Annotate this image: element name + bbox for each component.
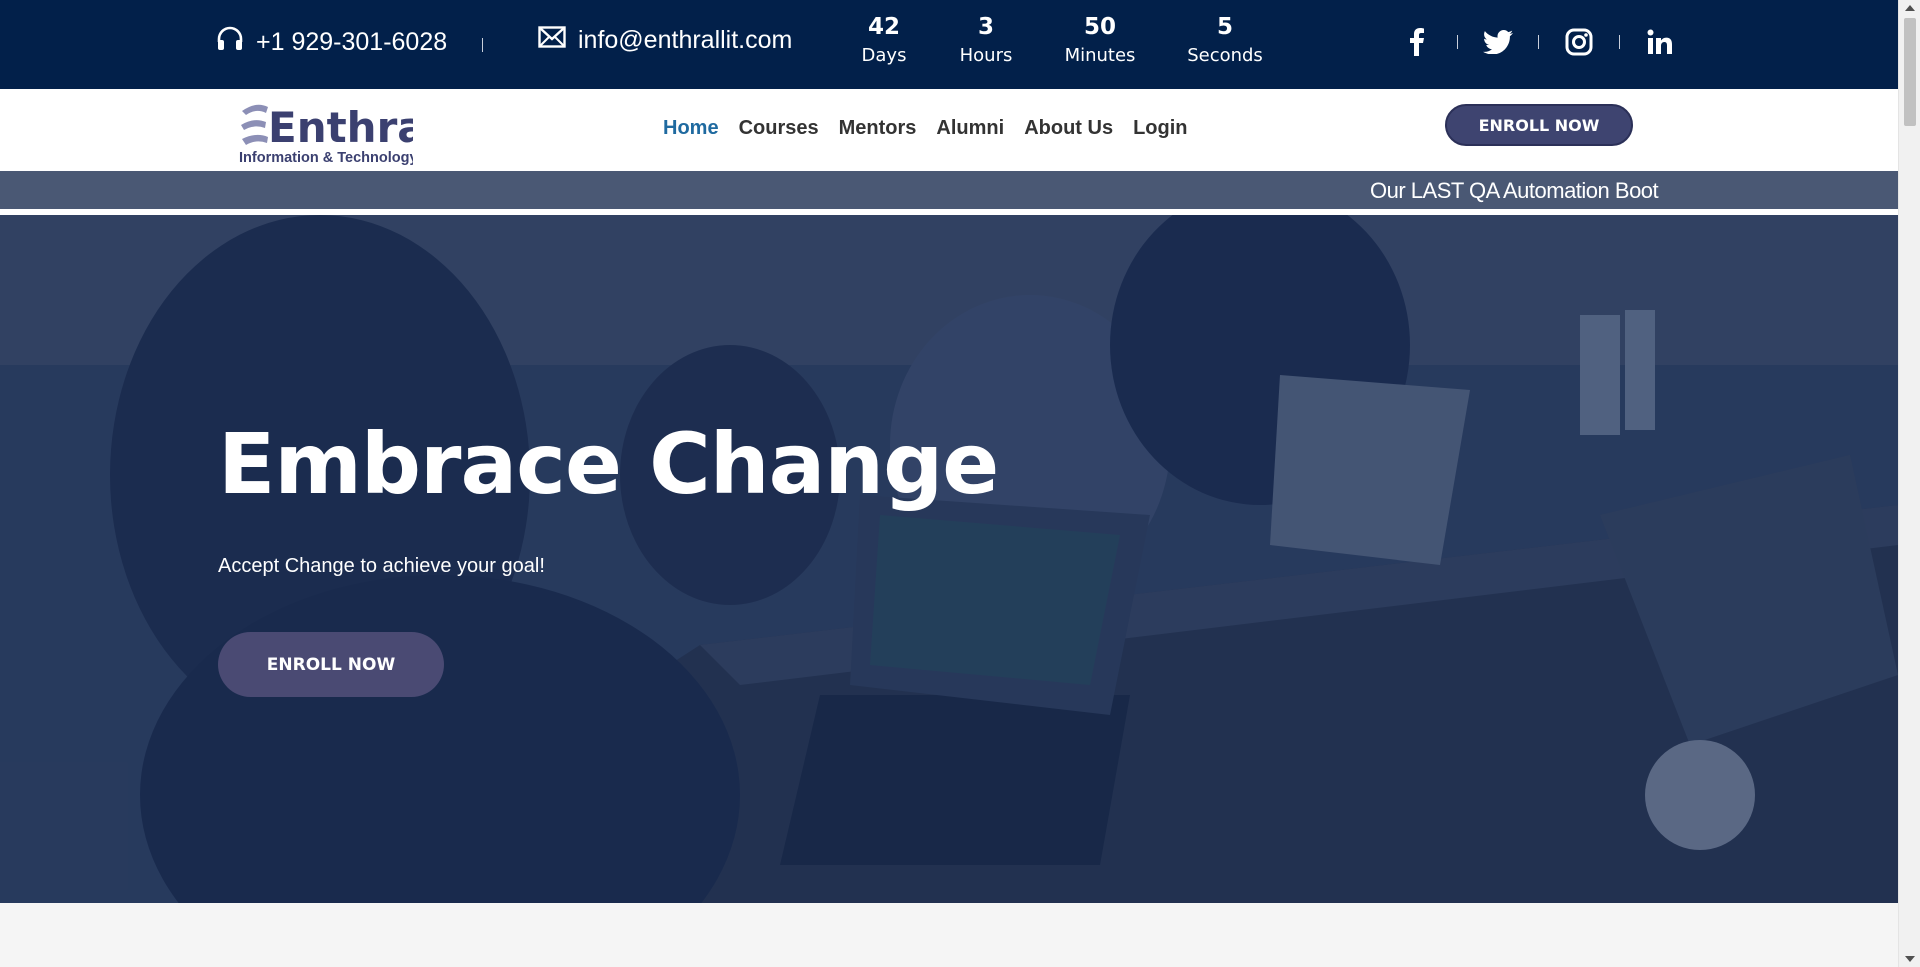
countdown-minutes: 50 Minutes bbox=[1050, 12, 1150, 70]
divider bbox=[482, 38, 483, 52]
divider bbox=[1619, 35, 1620, 49]
phone-number: +1 929-301-6028 bbox=[256, 28, 448, 56]
content-section bbox=[0, 903, 1898, 967]
facebook-icon[interactable] bbox=[1395, 22, 1439, 62]
hero-banner: Embrace Change Accept Change to achieve … bbox=[0, 215, 1898, 903]
nav-home[interactable]: Home bbox=[663, 117, 719, 140]
main-nav: Home Courses Mentors Alumni About Us Log… bbox=[663, 117, 1208, 140]
countdown-label: Minutes bbox=[1064, 45, 1136, 66]
countdown-value: 3 bbox=[977, 14, 994, 40]
enroll-now-hero-button[interactable]: ENROLL NOW bbox=[218, 632, 444, 697]
scroll-down-arrow-icon[interactable] bbox=[1905, 956, 1915, 962]
countdown-label: Seconds bbox=[1187, 45, 1263, 66]
email-address: info@enthrallit.com bbox=[578, 26, 793, 54]
main-navbar: Enthrall Information & Technology Home C… bbox=[0, 89, 1898, 171]
divider bbox=[1457, 35, 1458, 49]
countdown-hours: 3 Hours bbox=[946, 12, 1026, 70]
nav-alumni[interactable]: Alumni bbox=[936, 117, 1004, 140]
nav-login[interactable]: Login bbox=[1133, 117, 1187, 140]
announcement-ticker: Our LAST QA Automation Boot bbox=[0, 171, 1898, 209]
headset-icon bbox=[216, 26, 256, 59]
countdown-value: 42 bbox=[867, 14, 900, 40]
hero-title: Embrace Change bbox=[218, 415, 999, 513]
top-bar: +1 929-301-6028 info@enthrallit.com 42 D… bbox=[0, 0, 1898, 89]
divider bbox=[1538, 35, 1539, 49]
countdown-seconds: 5 Seconds bbox=[1175, 12, 1275, 70]
ticker-viewport: Our LAST QA Automation Boot bbox=[1370, 171, 1680, 209]
enroll-now-header-button[interactable]: ENROLL NOW bbox=[1445, 104, 1633, 146]
nav-mentors[interactable]: Mentors bbox=[839, 117, 917, 140]
instagram-icon[interactable] bbox=[1557, 22, 1601, 62]
page-scrollbar[interactable] bbox=[1898, 0, 1920, 967]
countdown-label: Hours bbox=[959, 45, 1013, 66]
scroll-up-arrow-icon[interactable] bbox=[1905, 5, 1915, 11]
email-contact[interactable]: info@enthrallit.com bbox=[538, 26, 792, 55]
envelope-icon bbox=[538, 26, 578, 55]
twitter-icon[interactable] bbox=[1476, 22, 1520, 62]
countdown-value: 5 bbox=[1216, 14, 1233, 40]
phone-contact[interactable]: +1 929-301-6028 bbox=[216, 26, 447, 59]
countdown-days: 42 Days bbox=[844, 12, 924, 70]
nav-about-us[interactable]: About Us bbox=[1024, 117, 1113, 140]
hero-subtitle: Accept Change to achieve your goal! bbox=[218, 555, 545, 577]
countdown-value: 50 bbox=[1083, 14, 1116, 40]
social-links bbox=[1395, 22, 1682, 62]
enthrall-logo[interactable]: Enthrall Information & Technology bbox=[238, 97, 454, 167]
nav-courses[interactable]: Courses bbox=[739, 117, 819, 140]
logo-tagline: Information & Technology bbox=[239, 150, 413, 166]
countdown-label: Days bbox=[861, 45, 907, 66]
logo-name: Enthrall bbox=[268, 103, 413, 152]
ticker-text[interactable]: Our LAST QA Automation Boot bbox=[1370, 178, 1659, 204]
linkedin-icon[interactable] bbox=[1638, 22, 1682, 62]
scrollbar-thumb[interactable] bbox=[1904, 18, 1916, 126]
